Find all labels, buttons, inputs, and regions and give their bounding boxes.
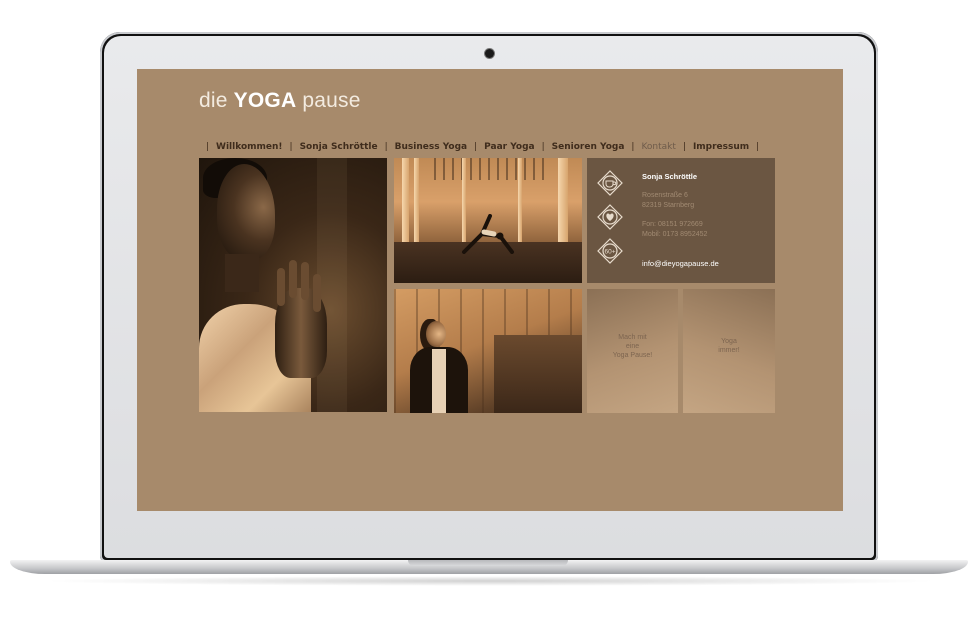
nav-item-sonja[interactable]: Sonja Schröttle <box>300 142 378 152</box>
promo-right-line: Yoga <box>721 338 737 345</box>
man-finger <box>289 260 297 298</box>
contact-phone: Fon: 08151 972669 <box>642 221 703 228</box>
svg-text:60+: 60+ <box>604 249 615 256</box>
nav-separator: | <box>541 142 545 152</box>
nav-item-senioren-yoga[interactable]: Senioren Yoga <box>552 142 625 152</box>
promo-right-line: immer! <box>718 347 740 354</box>
nav-item-impressum[interactable]: Impressum <box>693 142 749 152</box>
man-finger <box>313 274 321 312</box>
contact-mobile: Mobil: 0173 8952452 <box>642 231 708 238</box>
contact-name: Sonja Schröttle <box>642 172 698 181</box>
woman-head <box>426 321 446 347</box>
60-plus-icon: 60+ <box>597 238 623 264</box>
website-screen: die YOGA pause | Willkommen! | Sonja Sch… <box>137 69 843 511</box>
logo-pre: die <box>199 89 228 112</box>
man-finger <box>301 262 309 300</box>
photo-yoga-hall <box>394 158 582 283</box>
promo-tile-right[interactable]: Yoga immer! <box>683 289 775 413</box>
nav-item-willkommen[interactable]: Willkommen! <box>216 142 282 152</box>
logo-post: pause <box>302 89 361 112</box>
laptop-shadow <box>40 576 940 586</box>
nav-item-kontakt[interactable]: Kontakt <box>641 142 675 152</box>
nav-separator: | <box>289 142 293 152</box>
contact-email-link[interactable]: info@dieyogapause.de <box>642 259 719 268</box>
promo-left-text: Mach mit eine Yoga Pause! <box>587 333 678 360</box>
tea-cup-icon <box>597 170 623 196</box>
man-finger <box>277 268 285 306</box>
man-neck <box>225 254 259 292</box>
laptop-notch <box>408 560 568 566</box>
webcam-icon <box>485 49 494 58</box>
building <box>494 335 582 413</box>
hall-roof <box>434 158 544 180</box>
nav-item-paar-yoga[interactable]: Paar Yoga <box>484 142 534 152</box>
logo-bold: YOGA <box>233 89 297 112</box>
contact-street: Rosenstraße 6 <box>642 192 688 199</box>
contact-card: 60+ Sonja Schröttle Rosenstraße 6 82319 … <box>587 158 775 283</box>
nav-separator: | <box>384 142 388 152</box>
photo-woman <box>394 289 582 413</box>
nav-separator: | <box>206 142 210 152</box>
yoga-figure <box>462 214 514 254</box>
promo-left-line: eine <box>625 343 640 350</box>
promo-left-line: Yoga Pause! <box>612 352 653 359</box>
contact-city: 82319 Starnberg <box>642 202 695 209</box>
heart-icon <box>597 204 623 230</box>
promo-tile-left[interactable]: Mach mit eine Yoga Pause! <box>587 289 678 413</box>
promo-right-text: Yoga immer! <box>683 337 775 355</box>
woman-shirt <box>432 349 446 413</box>
nav-separator: | <box>756 142 760 152</box>
promo-left-line: Mach mit <box>618 334 647 341</box>
main-nav: | Willkommen! | Sonja Schröttle | Busine… <box>199 140 766 154</box>
nav-separator: | <box>631 142 635 152</box>
nav-separator: | <box>474 142 478 152</box>
window-pane <box>317 158 347 412</box>
photo-man-portrait <box>199 158 387 412</box>
site-logo[interactable]: die YOGA pause <box>199 89 361 113</box>
nav-item-business-yoga[interactable]: Business Yoga <box>395 142 467 152</box>
nav-separator: | <box>682 142 686 152</box>
